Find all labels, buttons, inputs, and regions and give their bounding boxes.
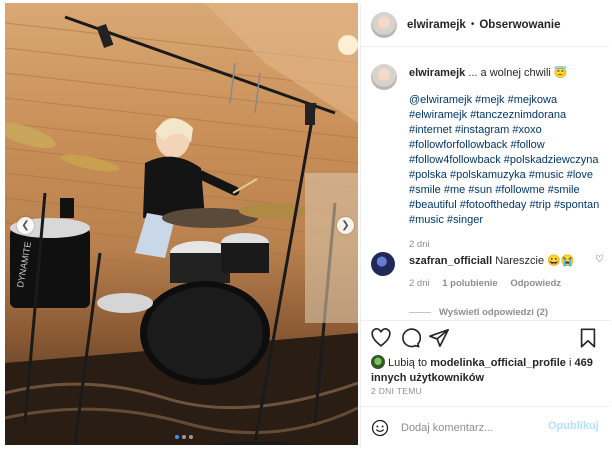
caption-text: ... a wolnej chwili 😇: [465, 67, 568, 79]
post-header: elwiramejk • Obserwowanie: [361, 3, 609, 47]
view-replies-button[interactable]: Wyświetl odpowiedzi (2): [409, 307, 548, 318]
chevron-right-icon[interactable]: ❯: [337, 217, 354, 234]
comment-input[interactable]: [401, 418, 551, 438]
post-side-panel: elwiramejk • Obserwowanie elwiramejk ...…: [360, 3, 610, 448]
caption-username[interactable]: elwiramejk: [409, 67, 465, 79]
bookmark-icon[interactable]: [577, 327, 599, 349]
chevron-left-icon[interactable]: ❮: [17, 217, 34, 234]
heart-icon[interactable]: [370, 327, 392, 349]
carousel-indicator: [175, 435, 193, 439]
likes-prefix: Lubią to: [388, 357, 431, 369]
comment-text: Nareszcie 😀😭: [492, 255, 575, 267]
comment-meta: 2 dni 1 polubienie Odpowiedz: [409, 278, 571, 289]
instagram-post-modal: DYNAMITE ❮ ❯ elwiramejk • Obserwowanie e…: [0, 0, 612, 451]
avatar[interactable]: [371, 11, 397, 38]
caption-hashtags[interactable]: @elwiramejk #mejk #mejkowa #elwiramejk #…: [409, 93, 605, 228]
comments-area: elwiramejk ... a wolnej chwili 😇 @elwira…: [361, 48, 610, 318]
header-separator: •: [470, 19, 475, 30]
reply-button[interactable]: Odpowiedz: [510, 278, 561, 289]
carousel-dot: [189, 435, 193, 439]
likes-summary: Lubią to modelinka_official_profile i 46…: [371, 355, 605, 386]
comment-likes-count[interactable]: 1 polubienie: [442, 278, 497, 289]
post-timestamp[interactable]: 2 DNI TEMU: [371, 386, 422, 396]
publish-button[interactable]: Opublikuj: [548, 420, 599, 432]
drummer-photo-illustration: DYNAMITE: [5, 3, 358, 445]
avatar[interactable]: [371, 64, 397, 90]
heart-icon[interactable]: ♡: [595, 254, 604, 265]
comment-composer: Opublikuj: [361, 406, 610, 448]
caption-text-block: elwiramejk ... a wolnej chwili 😇 @elwira…: [409, 66, 605, 228]
post-actions-bar: [361, 320, 610, 356]
share-icon[interactable]: [428, 327, 450, 349]
carousel-dot: [182, 435, 186, 439]
emoji-icon[interactable]: [371, 419, 389, 437]
comment-username[interactable]: szafran_officiall: [409, 255, 492, 267]
carousel-dot: [175, 435, 179, 439]
comment-text-block: szafran_officiall Nareszcie 😀😭: [409, 254, 579, 269]
liker-avatar[interactable]: [371, 355, 385, 369]
post-photo[interactable]: DYNAMITE ❮ ❯: [5, 3, 358, 445]
comment-avatar[interactable]: [371, 252, 395, 276]
header-username[interactable]: elwiramejk: [407, 19, 466, 31]
comment-timestamp[interactable]: 2 dni: [409, 278, 430, 289]
caption-timestamp[interactable]: 2 dni: [409, 239, 430, 250]
comment-icon[interactable]: [399, 327, 421, 349]
following-button[interactable]: Obserwowanie: [479, 19, 560, 31]
liker-username[interactable]: modelinka_official_profile: [430, 357, 566, 369]
